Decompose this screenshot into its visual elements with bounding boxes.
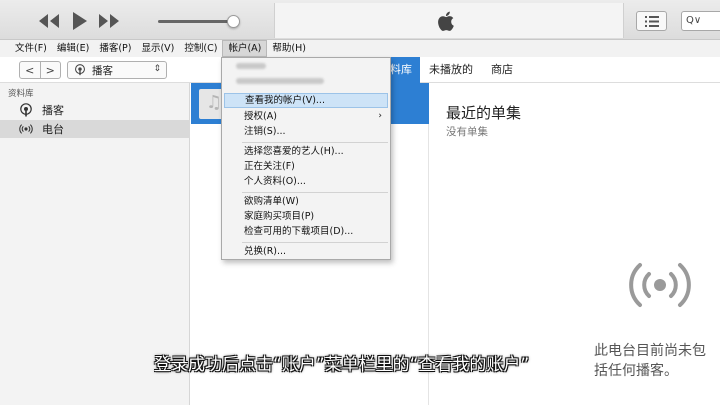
list-view-button[interactable]: [636, 11, 667, 31]
rewind-icon[interactable]: [36, 10, 62, 32]
menu-item-check-downloads[interactable]: 检查可用的下载项目(D)...: [224, 224, 388, 239]
sidebar-heading: 资料库: [8, 89, 34, 99]
updown-chevron-icon: ⇕: [153, 64, 161, 74]
menu-separator: [242, 242, 388, 243]
sidebar-item-podcasts[interactable]: 播客: [0, 101, 190, 119]
video-caption: 登录成功后点击“账户”菜单栏里的“查看我的账户”: [154, 355, 530, 375]
forward-button[interactable]: >: [39, 62, 61, 78]
list-icon: [645, 16, 659, 27]
menu-item-family-purchases[interactable]: 家庭购买项目(P): [224, 209, 388, 224]
sidebar-item-label: 电台: [42, 123, 64, 136]
nav-buttons: < >: [19, 61, 61, 79]
no-episodes-text: 没有单集: [446, 126, 488, 138]
menu-item-following[interactable]: 正在关注(F): [224, 159, 388, 174]
tab-store[interactable]: 商店: [482, 57, 522, 83]
tab-unplayed[interactable]: 未播放的: [420, 57, 482, 83]
menu-separator: [242, 142, 388, 143]
apple-logo-icon: [438, 11, 454, 31]
radio-broadcast-icon: [629, 263, 691, 307]
menu-view[interactable]: 显示(V): [136, 40, 179, 57]
podcast-icon: [75, 64, 85, 76]
menu-edit[interactable]: 编辑(E): [52, 40, 94, 57]
menu-item-authorize[interactable]: 授权(A) ›: [224, 109, 388, 124]
blurred-account-email: [236, 78, 324, 84]
menu-item-choose-artists[interactable]: 选择您喜爱的艺人(H)...: [224, 144, 388, 159]
sidebar-item-label: 播客: [42, 104, 64, 117]
volume-slider-track[interactable]: [158, 20, 234, 23]
menu-podcasts[interactable]: 播客(P): [94, 40, 136, 57]
play-icon[interactable]: [66, 10, 92, 32]
empty-message-line: 此电台目前尚未包: [594, 343, 706, 359]
media-type-select[interactable]: 播客 ⇕: [67, 61, 167, 79]
menu-account[interactable]: 帐户(A): [222, 40, 268, 57]
menu-item-profile[interactable]: 个人资料(O)...: [224, 174, 388, 189]
menu-separator: [242, 192, 388, 193]
blurred-account-name: [236, 63, 266, 69]
fast-forward-icon[interactable]: [96, 10, 122, 32]
sidebar-item-radio[interactable]: 电台: [0, 120, 190, 138]
back-button[interactable]: <: [20, 62, 40, 78]
menu-item-view-account[interactable]: 查看我的帐户(V)...: [224, 93, 388, 108]
menu-help[interactable]: 帮助(H): [267, 40, 311, 57]
menu-controls[interactable]: 控制(C): [179, 40, 222, 57]
empty-station-message: 此电台目前尚未包 括任何播客。: [594, 341, 720, 381]
recent-episodes-title: 最近的单集: [446, 104, 522, 122]
volume-slider-knob[interactable]: [227, 15, 240, 28]
menu-item-redeem[interactable]: 兑换(R)...: [224, 244, 388, 259]
player-bar: Q∨: [0, 0, 720, 40]
account-menu-dropdown: 查看我的帐户(V)... 授权(A) › 注销(S)... 选择您喜爱的艺人(H)…: [221, 57, 391, 260]
search-input[interactable]: Q∨: [681, 11, 720, 31]
menu-bar: 文件(F) 编辑(E) 播客(P) 显示(V) 控制(C) 帐户(A) 帮助(H…: [0, 40, 720, 57]
radio-icon: [19, 124, 33, 134]
empty-message-line: 括任何播客。: [594, 363, 678, 379]
menu-item-sign-out[interactable]: 注销(S)...: [224, 124, 388, 139]
menu-item-wishlist[interactable]: 欲购清单(W): [224, 194, 388, 209]
music-note-icon: ♫: [206, 92, 223, 113]
chevron-right-icon: ›: [378, 111, 382, 121]
media-type-label: 播客: [92, 64, 113, 77]
menu-file[interactable]: 文件(F): [10, 40, 52, 57]
podcast-icon: [20, 103, 32, 117]
tab-bar: 料库 未播放的 商店: [384, 57, 522, 83]
